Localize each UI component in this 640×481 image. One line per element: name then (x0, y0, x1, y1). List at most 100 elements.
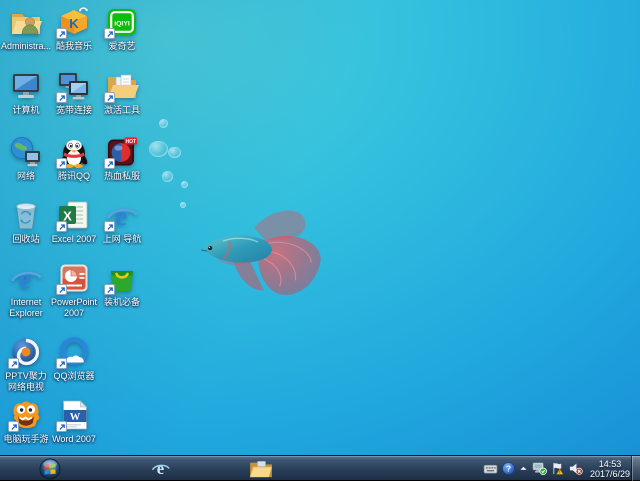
desktop-icon-essential-software[interactable]: 装机必备 (98, 261, 146, 308)
clock-date: 2017/6/29 (590, 469, 630, 479)
start-button[interactable] (36, 457, 64, 480)
powerpoint-icon (57, 261, 91, 295)
qq-icon (57, 135, 91, 169)
desktop-icon-label: Administra... (0, 41, 52, 52)
shortcut-arrow-icon (56, 284, 67, 295)
recycle-icon (9, 198, 43, 232)
desktop-icon-administrator-folder[interactable]: Administra... (2, 5, 50, 52)
desktop-icon-label: Excel 2007 (48, 234, 100, 245)
desktop-icon-mobile-game-player[interactable]: 电脑玩手游 (2, 398, 50, 445)
desktop-icon-game-private-server[interactable]: HOT 热血私服 (98, 135, 146, 182)
shortcut-arrow-icon (8, 421, 19, 432)
desktop-icon-recycle-bin[interactable]: 回收站 (2, 198, 50, 245)
desktop-icon-label: 腾讯QQ (48, 171, 100, 182)
shortcut-arrow-icon (56, 421, 67, 432)
action-center-icon[interactable]: ! (550, 461, 565, 476)
shortcut-arrow-icon (56, 28, 67, 39)
system-tray: ? ! (483, 456, 630, 481)
desktop-icon-pptv[interactable]: PPTV聚力 网络电视 (2, 335, 50, 393)
taskbar: e ? (0, 455, 640, 480)
ie-icon: e (105, 198, 139, 232)
bubble (181, 181, 188, 188)
desktop-icon-label: 电脑玩手游 (0, 434, 52, 445)
internet-explorer-icon: e (150, 458, 171, 479)
volume-muted-icon[interactable] (568, 461, 583, 476)
svg-text:iQIYI: iQIYI (114, 21, 130, 28)
desktop-icon-label: 热血私服 (96, 171, 148, 182)
desktop-icon-word-2007[interactable]: W Word 2007 (50, 398, 98, 445)
iqiyi-icon: iQIYI (105, 5, 139, 39)
desktop-icon-iqiyi[interactable]: iQIYI 爱奇艺 (98, 5, 146, 52)
desktop-icon-tencent-qq[interactable]: 腾讯QQ (50, 135, 98, 182)
network-status-icon[interactable] (532, 461, 547, 476)
network-icon (9, 135, 43, 169)
desktop-icon-excel-2007[interactable]: X Excel 2007 (50, 198, 98, 245)
word-icon: W (57, 398, 91, 432)
desktop-icon-powerpoint-2007[interactable]: PowerPoint 2007 (50, 261, 98, 319)
desktop-icon-network[interactable]: 网络 (2, 135, 50, 182)
desktop-icon-label: 计算机 (0, 105, 52, 116)
bubble (159, 119, 168, 128)
shortcut-arrow-icon (56, 158, 67, 169)
svg-text:e: e (115, 201, 127, 232)
broadband-icon (57, 69, 91, 103)
game-hot-icon: HOT (105, 135, 139, 169)
explorer-folder-icon (249, 459, 273, 478)
shortcut-arrow-icon (56, 92, 67, 103)
excel-icon: X (57, 198, 91, 232)
taskbar-clock[interactable]: 14:53 2017/6/29 (590, 459, 630, 479)
desktop-icon-qq-browser[interactable]: QQ浏览器 (50, 335, 98, 382)
desktop-icon-computer[interactable]: 计算机 (2, 69, 50, 116)
input-keyboard-icon[interactable] (483, 461, 498, 476)
bubble (149, 141, 168, 157)
shortcut-arrow-icon (56, 221, 67, 232)
taskbar-windows-explorer[interactable] (246, 457, 276, 480)
desktop-icon-label: Word 2007 (48, 434, 100, 445)
desktop-icon-label: PowerPoint 2007 (48, 297, 100, 319)
bag-icon (105, 261, 139, 295)
computer-icon (9, 69, 43, 103)
show-desktop-button[interactable] (631, 456, 640, 481)
shortcut-arrow-icon (104, 92, 115, 103)
show-hidden-icons[interactable] (519, 461, 529, 476)
desktop-icon-activation-tools[interactable]: 激活工具 (98, 69, 146, 116)
bubble (168, 147, 181, 158)
desktop-icon-label: 激活工具 (96, 105, 148, 116)
bubble (180, 202, 186, 208)
shortcut-arrow-icon (8, 358, 19, 369)
shortcut-arrow-icon (56, 358, 67, 369)
shortcut-arrow-icon (104, 284, 115, 295)
desktop-icon-label: 爱奇艺 (96, 41, 148, 52)
monkey-icon (9, 398, 43, 432)
help-icon[interactable]: ? (501, 461, 516, 476)
svg-text:W: W (70, 412, 81, 423)
qq-browser-icon (57, 335, 91, 369)
folder-docs-icon (105, 69, 139, 103)
desktop-icon-broadband-connection[interactable]: 宽带连接 (50, 69, 98, 116)
desktop-icon-label: 网络 (0, 171, 52, 182)
user-folder-icon (9, 5, 43, 39)
desktop-icon-label: 酷我音乐 (48, 41, 100, 52)
desktop-icon-label: 宽带连接 (48, 105, 100, 116)
svg-text:e: e (19, 264, 31, 295)
svg-text:HOT: HOT (126, 139, 137, 145)
svg-text:K: K (69, 16, 79, 31)
shortcut-arrow-icon (104, 158, 115, 169)
shortcut-arrow-icon (104, 221, 115, 232)
desktop-icon-label: 回收站 (0, 234, 52, 245)
shortcut-arrow-icon (104, 28, 115, 39)
windows-logo-icon (39, 458, 61, 480)
bubble (162, 171, 173, 182)
desktop-icon-label: Internet Explorer (0, 297, 52, 319)
svg-text:e: e (156, 459, 163, 478)
desktop-icon-internet-explorer[interactable]: eInternet Explorer (2, 261, 50, 319)
betta-fish-wallpaper (194, 200, 334, 298)
ie-icon: e (9, 261, 43, 295)
kuwo-icon: K (57, 5, 91, 39)
svg-text:?: ? (506, 463, 511, 473)
desktop-icon-label: QQ浏览器 (48, 371, 100, 382)
desktop-icon-kuwo-music[interactable]: K 酷我音乐 (50, 5, 98, 52)
desktop-icon-web-navigation[interactable]: e上网 导航 (98, 198, 146, 245)
desktop-surface[interactable]: Administra... K 酷我音乐 iQIYI 爱奇艺计算机宽带连接激活工具网络腾… (0, 0, 640, 455)
taskbar-internet-explorer[interactable]: e (146, 457, 174, 480)
